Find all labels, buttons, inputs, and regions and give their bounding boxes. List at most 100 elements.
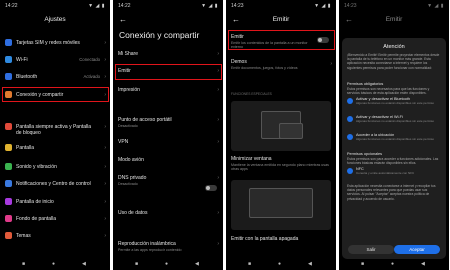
chevron-right-icon: ›: [217, 241, 219, 247]
recents-icon[interactable]: ■: [248, 261, 251, 267]
optional-title: Permisos opcionales: [347, 152, 383, 156]
chevron-right-icon: ›: [104, 57, 106, 63]
demos-row[interactable]: Demos Emitir documentos, juegos, fotos y…: [231, 59, 332, 70]
connection-item[interactable]: Punto de acceso portátil Desactivado ›: [118, 117, 219, 128]
settings-item-label: Notificaciones y Centro de control: [16, 181, 91, 187]
status-time: 14:22: [5, 3, 18, 9]
highlight-box: [115, 64, 222, 80]
navigation-bar: ■ ● ◀: [0, 260, 110, 270]
connection-item-label: DNS privado: [118, 175, 147, 181]
recents-icon[interactable]: ■: [361, 261, 364, 267]
home-icon[interactable]: ●: [165, 261, 168, 267]
connection-item[interactable]: Uso de datos ›: [118, 210, 219, 217]
status-icons: ▼ ◢ ▮: [314, 3, 331, 9]
connection-item-label: Modo avión: [118, 157, 144, 163]
back-icon[interactable]: ◀: [195, 261, 199, 267]
recents-icon[interactable]: ■: [135, 261, 138, 267]
status-bar: 14:22 ▼ ◢ ▮: [118, 3, 218, 11]
dialog-title: Atención: [383, 44, 405, 50]
settings-item-label: Fondo de pantalla: [16, 216, 57, 222]
connection-item[interactable]: Mi Share ›: [118, 51, 219, 58]
header: Ajustes: [0, 14, 110, 28]
wallpaper-icon: [5, 215, 12, 222]
connection-item-label: Reproducción inalámbrica: [118, 241, 176, 247]
perm-location: Acceder a la ubicación Algunas funciones…: [347, 133, 441, 145]
minimize-illustration: [231, 101, 331, 151]
cast-screen: 14:23 ▼ ◢ ▮ ← Emitir Emitir Emitir los c…: [226, 0, 336, 270]
connection-item-sub: Desactivado: [118, 124, 138, 128]
wifi-icon: [347, 116, 353, 122]
location-icon: [347, 134, 353, 140]
chevron-right-icon: ›: [104, 216, 106, 222]
connection-item-label: Impresión: [118, 87, 140, 93]
page-title: Ajustes: [44, 16, 66, 23]
notifications-icon: [5, 180, 12, 187]
home-icon[interactable]: ●: [278, 261, 281, 267]
screen-off-label: Emitir con la pantalla apagada: [231, 236, 299, 242]
section-label: FUNCIONES ESPECIALES: [231, 92, 272, 96]
settings-screen: 14:22 ▼ ◢ ▮ Ajustes Tarjetas SIM y redes…: [0, 0, 110, 270]
settings-item-label: Temas: [16, 233, 31, 239]
home-icon[interactable]: ●: [52, 261, 55, 267]
perm-bluetooth: Activar y desactivar el Bluetooth Alguna…: [347, 97, 441, 109]
connection-item[interactable]: Reproducción inalámbrica Permite a las ap…: [118, 241, 219, 252]
wifi-icon: [5, 56, 12, 63]
recents-icon[interactable]: ■: [22, 261, 25, 267]
home-screen-icon: [5, 198, 12, 205]
dialog-intro: ¡Bienvenido a Emitir! Emitir permite pro…: [347, 53, 440, 70]
status-icons: ▼ ◢ ▮: [201, 3, 218, 9]
settings-item-value: Activado: [83, 74, 100, 79]
status-bar: 14:23 ▼ ◢ ▮: [231, 3, 331, 11]
settings-item-label: Sonido y vibración: [16, 164, 57, 170]
connection-item-label: Uso de datos: [118, 210, 148, 216]
connection-item[interactable]: Modo avión: [118, 157, 219, 164]
connection-item-sub: Permite a las apps reproducir contenido: [118, 248, 182, 252]
chevron-right-icon: ›: [217, 51, 219, 57]
required-title: Permisos obligatorios: [347, 82, 384, 86]
cast-permission-screen: 14:23 ▼ ◢ ▮ ← Emitir Atención ¡Bienvenid…: [339, 0, 449, 270]
themes-icon: [5, 232, 12, 239]
lock-screen-icon: [5, 123, 12, 130]
bluetooth-icon: [347, 98, 353, 104]
cancel-button[interactable]: Salir: [348, 245, 394, 254]
back-icon[interactable]: ◀: [308, 261, 312, 267]
connection-item[interactable]: VPN ›: [118, 139, 219, 146]
chevron-right-icon: ›: [104, 40, 106, 46]
home-icon[interactable]: ●: [391, 261, 394, 267]
airplane-mode-toggle[interactable]: [205, 185, 217, 191]
chevron-right-icon: ›: [104, 145, 106, 151]
demos-desc: Emitir documentos, juegos, fotos y vídeo…: [231, 66, 298, 70]
highlight-box: [228, 30, 335, 50]
perm-desc: Algunas funciones no estarán disponibles…: [356, 118, 435, 123]
perm-desc: Algunas funciones no estarán disponibles…: [356, 100, 435, 105]
back-icon[interactable]: ◀: [82, 261, 86, 267]
perm-wifi: Activar y desactivar el Wi-Fi Algunas fu…: [347, 115, 441, 127]
navigation-bar: ■ ● ◀: [113, 260, 223, 270]
back-icon[interactable]: ◀: [421, 261, 425, 267]
chevron-right-icon: ›: [330, 61, 332, 67]
chevron-right-icon: ›: [104, 181, 106, 187]
screen-off-illustration: [231, 180, 331, 230]
back-arrow-icon[interactable]: ←: [119, 15, 127, 24]
sound-icon: [5, 163, 12, 170]
connection-screen: 14:22 ▼ ◢ ▮ ← Conexión y compartir Mi Sh…: [113, 0, 223, 270]
settings-item-label: Pantalla siempre activa y Pantalla de bl…: [16, 124, 92, 136]
permission-dialog: Atención ¡Bienvenido a Emitir! Emitir pe…: [342, 38, 446, 259]
status-bar: 14:22 ▼ ◢ ▮: [5, 3, 105, 11]
required-desc: Estos permisos son necesarios para que l…: [347, 87, 430, 96]
chevron-right-icon: ›: [104, 74, 106, 80]
screen-off-row: Emitir con la pantalla apagada: [231, 236, 332, 242]
settings-item-value: Conectado: [79, 57, 100, 62]
chevron-right-icon: ›: [104, 164, 106, 170]
display-icon: [5, 144, 12, 151]
chevron-right-icon: ›: [217, 210, 219, 216]
connection-item[interactable]: Impresión ›: [118, 87, 219, 94]
minimize-desc: Mantiene la ventana emitida en segundo p…: [231, 163, 329, 171]
page-title: Conexión y compartir: [119, 30, 200, 40]
chevron-right-icon: ›: [104, 124, 106, 130]
perm-desc: Algunas funciones no estarán disponibles…: [356, 136, 435, 141]
accept-button[interactable]: Aceptar: [394, 245, 440, 254]
demos-label: Demos: [231, 59, 247, 65]
connection-item[interactable]: DNS privado Desactivado ›: [118, 175, 219, 186]
connection-item-sub: Desactivado: [118, 182, 138, 186]
